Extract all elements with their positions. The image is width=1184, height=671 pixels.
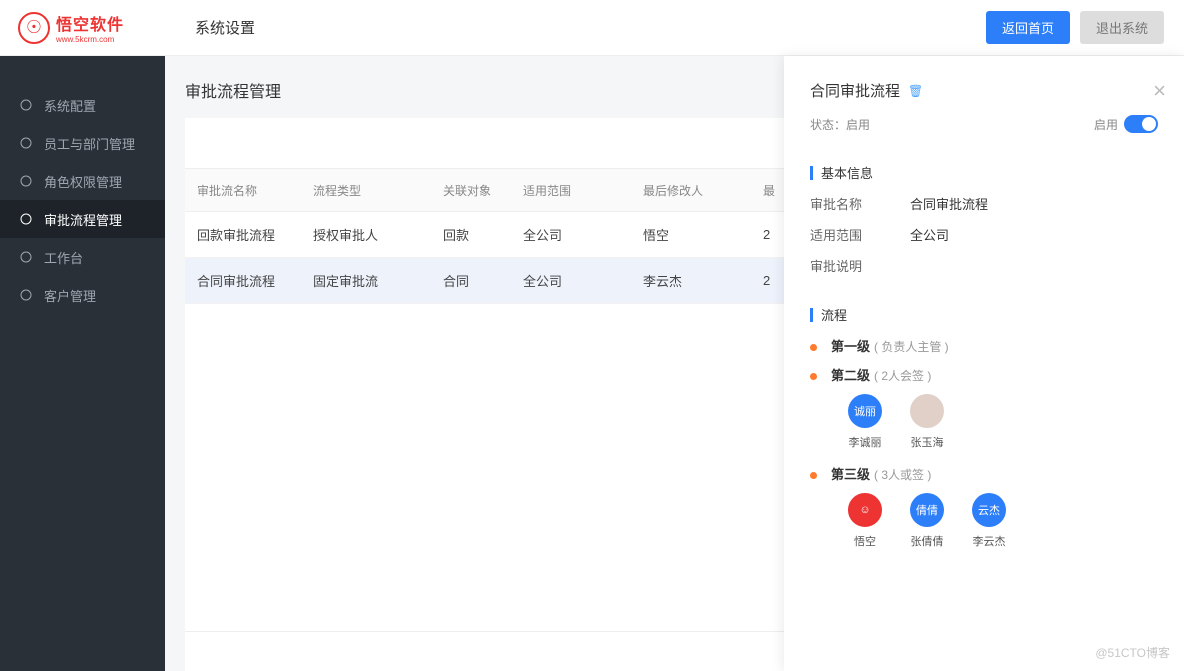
watermark: @51CTO博客 (1095, 644, 1170, 661)
avatar[interactable]: 诚丽李诚丽 (848, 394, 882, 450)
sidebar-item-5[interactable]: 客户管理 (0, 276, 165, 314)
col-scope: 适用范围 (515, 182, 635, 199)
info-row: 审批说明 (810, 256, 1158, 275)
user-icon (18, 135, 34, 151)
step-dot-icon (810, 472, 817, 479)
gear-icon (18, 97, 34, 113)
col-name: 审批流名称 (185, 182, 305, 199)
flow-step-2: 第三级( 3人或签 ) (810, 464, 1158, 483)
flow-section-title: 流程 (821, 305, 847, 324)
delete-icon[interactable]: 🗑 (908, 84, 923, 98)
monkey-icon: ☉ (18, 12, 50, 44)
avatar[interactable]: 倩倩张倩倩 (910, 493, 944, 549)
avatar[interactable]: 云杰李云杰 (972, 493, 1006, 549)
avatar-row: ☺悟空倩倩张倩倩云杰李云杰 (848, 493, 1158, 549)
avatar[interactable]: ☺悟空 (848, 493, 882, 549)
info-row: 适用范围全公司 (810, 225, 1158, 244)
home-button[interactable]: 返回首页 (986, 11, 1070, 44)
flow-icon (18, 211, 34, 227)
logo[interactable]: ☉ 悟空软件 www.5kcrm.com (0, 11, 165, 44)
sidebar-item-label: 工作台 (44, 248, 83, 267)
status-text: 状态：启用 (810, 116, 870, 133)
col-editor: 最后修改人 (635, 182, 755, 199)
detail-panel: × 合同审批流程 🗑 状态：启用 启用 基本信息 审批名称合同审批流程适用范围全… (784, 56, 1184, 671)
logo-subtext: www.5kcrm.com (56, 35, 124, 44)
avatar-icon (910, 394, 944, 428)
sidebar-item-3[interactable]: 审批流程管理 (0, 200, 165, 238)
info-row: 审批名称合同审批流程 (810, 194, 1158, 213)
avatar-icon: ☺ (848, 493, 882, 527)
sidebar-item-label: 客户管理 (44, 286, 96, 305)
monitor-icon (18, 249, 34, 265)
user-key-icon (18, 173, 34, 189)
flow-step-0: 第一级( 负责人主管 ) (810, 336, 1158, 355)
step-dot-icon (810, 344, 817, 351)
avatar-row: 诚丽李诚丽张玉海 (848, 394, 1158, 450)
basic-section-title: 基本信息 (821, 163, 873, 182)
page-section-title: 系统设置 (195, 17, 255, 38)
panel-title: 合同审批流程 (810, 80, 900, 101)
sidebar-item-1[interactable]: 员工与部门管理 (0, 124, 165, 162)
avatar-icon: 倩倩 (910, 493, 944, 527)
col-obj: 关联对象 (435, 182, 515, 199)
sidebar-item-4[interactable]: 工作台 (0, 238, 165, 276)
avatar-icon: 诚丽 (848, 394, 882, 428)
avatar[interactable]: 张玉海 (910, 394, 944, 450)
sidebar: 系统配置员工与部门管理角色权限管理审批流程管理工作台客户管理 (0, 56, 165, 671)
logout-button[interactable]: 退出系统 (1080, 11, 1164, 44)
sidebar-item-label: 员工与部门管理 (44, 134, 135, 153)
sidebar-item-2[interactable]: 角色权限管理 (0, 162, 165, 200)
enable-label: 启用 (1094, 116, 1118, 133)
sidebar-item-label: 审批流程管理 (44, 210, 122, 229)
user-group-icon (18, 287, 34, 303)
avatar-icon: 云杰 (972, 493, 1006, 527)
sidebar-item-label: 角色权限管理 (44, 172, 122, 191)
step-dot-icon (810, 373, 817, 380)
close-icon[interactable]: × (1153, 78, 1166, 104)
logo-text: 悟空软件 (56, 11, 124, 35)
enable-toggle[interactable] (1124, 115, 1158, 133)
col-type: 流程类型 (305, 182, 435, 199)
sidebar-item-0[interactable]: 系统配置 (0, 86, 165, 124)
topbar: ☉ 悟空软件 www.5kcrm.com 系统设置 返回首页 退出系统 (0, 0, 1184, 56)
flow-step-1: 第二级( 2人会签 ) (810, 365, 1158, 384)
sidebar-item-label: 系统配置 (44, 96, 96, 115)
